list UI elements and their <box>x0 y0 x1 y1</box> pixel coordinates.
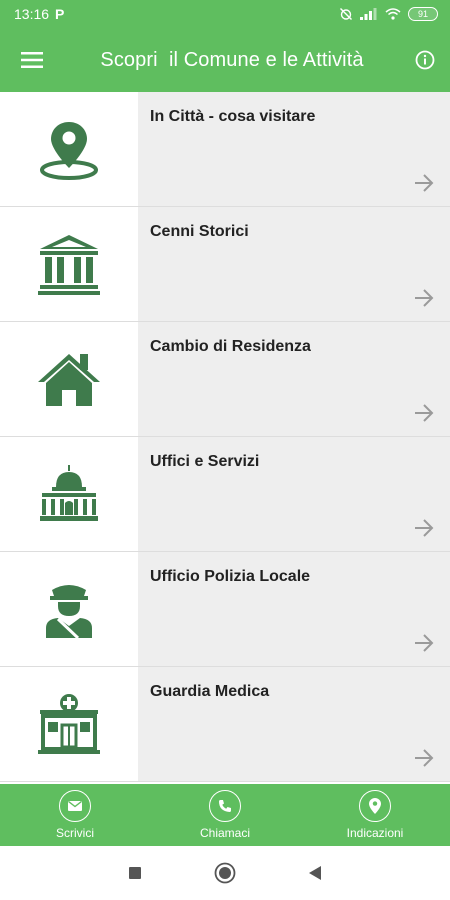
list-item-cenni-storici[interactable]: Cenni Storici <box>0 207 450 322</box>
list-item-label: Guardia Medica <box>150 683 270 700</box>
list-item-label: In Città - cosa visitare <box>150 108 316 125</box>
arrow-right-icon[interactable] <box>414 404 434 422</box>
list-item-label: Cambio di Residenza <box>150 338 311 355</box>
row-icon-cell <box>0 667 138 781</box>
status-left: 13:16 P <box>14 6 64 22</box>
museum-icon <box>38 235 100 295</box>
arrow-right-icon[interactable] <box>414 749 434 767</box>
back-triangle-icon[interactable] <box>308 865 322 881</box>
status-bar: 13:16 P 91 <box>0 0 450 28</box>
row-icon-cell <box>0 437 138 551</box>
list-item-label: Uffici e Servizi <box>150 453 260 470</box>
nav-icon-circle <box>59 790 91 822</box>
row-body: Uffici e Servizi <box>138 437 450 551</box>
phone-icon <box>219 800 231 812</box>
menu-button[interactable] <box>0 28 64 92</box>
row-body: Guardia Medica <box>138 667 450 781</box>
arrow-right-icon[interactable] <box>414 634 434 652</box>
arrow-right-icon[interactable] <box>414 174 434 192</box>
list-item-guardia-medica[interactable]: Guardia Medica <box>0 667 450 782</box>
info-icon <box>415 50 435 70</box>
home-circle-icon[interactable] <box>214 862 236 884</box>
nav-label: Chiamaci <box>199 826 250 840</box>
map-pin-icon <box>40 122 98 180</box>
info-button[interactable] <box>400 28 450 92</box>
status-icons: 91 <box>339 7 438 21</box>
nav-icon-circle <box>209 790 241 822</box>
location-icon <box>369 798 381 814</box>
nav-scrivici-button[interactable]: Scrivici <box>15 790 135 840</box>
mail-icon <box>68 801 82 811</box>
list-item-uffici-servizi[interactable]: Uffici e Servizi <box>0 437 450 552</box>
carrier-glyph: P <box>55 6 65 22</box>
row-icon-cell <box>0 322 138 436</box>
wifi-icon <box>385 8 401 20</box>
government-building-icon <box>40 465 98 521</box>
status-time: 13:16 <box>14 6 50 22</box>
nav-indicazioni-button[interactable]: Indicazioni <box>315 790 435 840</box>
arrow-right-icon[interactable] <box>414 289 434 307</box>
nav-label: Indicazioni <box>346 826 404 840</box>
nav-chiamaci-button[interactable]: Chiamaci <box>165 790 285 840</box>
arrow-right-icon[interactable] <box>414 519 434 537</box>
hamburger-menu-icon <box>21 52 43 68</box>
list-item-label: Ufficio Polizia Locale <box>150 568 311 585</box>
row-body: Cambio di Residenza <box>138 322 450 436</box>
battery-icon: 91 <box>408 7 438 21</box>
nav-icon-circle <box>359 790 391 822</box>
list-item-polizia-locale[interactable]: Ufficio Polizia Locale <box>0 552 450 667</box>
hospital-icon <box>38 694 100 754</box>
app-title: Scopri il Comune e le Attività <box>100 48 364 71</box>
row-icon-cell <box>0 552 138 666</box>
menu-list: In Città - cosa visitare Cenni Storici C… <box>0 92 450 784</box>
list-item-cambio-residenza[interactable]: Cambio di Residenza <box>0 322 450 437</box>
row-icon-cell <box>0 207 138 321</box>
home-icon <box>38 354 100 406</box>
row-icon-cell <box>0 92 138 206</box>
signal-icon <box>360 8 377 20</box>
bottom-nav: Scrivici Chiamaci Indicazioni <box>0 784 450 846</box>
list-item-in-citta[interactable]: In Città - cosa visitare <box>0 92 450 207</box>
system-navigation-bar <box>0 846 450 900</box>
nav-label: Scrivici <box>56 826 94 840</box>
list-item-label: Cenni Storici <box>150 223 249 240</box>
row-body: Cenni Storici <box>138 207 450 321</box>
row-body: In Città - cosa visitare <box>138 92 450 206</box>
app-bar: Scopri il Comune e le Attività <box>0 28 450 92</box>
alarm-off-icon <box>340 8 352 20</box>
police-officer-icon <box>46 585 92 640</box>
row-body: Ufficio Polizia Locale <box>138 552 450 666</box>
recents-square-icon[interactable] <box>128 866 142 880</box>
